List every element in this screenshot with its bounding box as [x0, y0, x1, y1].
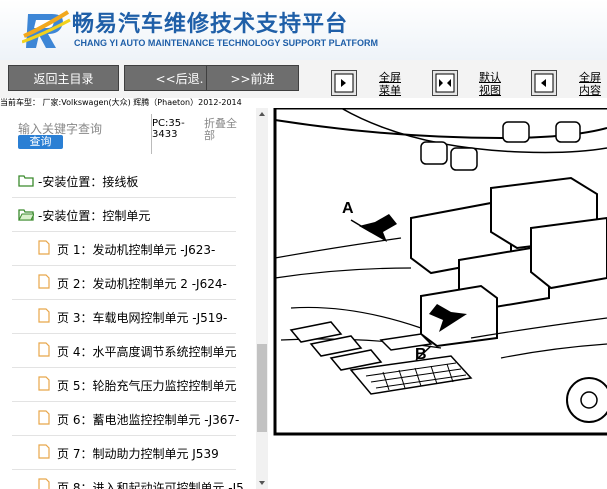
page-icon [38, 308, 50, 323]
tree-page-item[interactable]: 页 6：蓄电池监控控制单元 -J367- [12, 402, 240, 436]
page-icon [38, 274, 50, 289]
callout-b-label: B [415, 346, 427, 363]
fullscreen-content-icon[interactable] [531, 70, 557, 96]
pc-code: PC:35-3433 [152, 118, 185, 140]
scroll-down-icon[interactable] [256, 477, 268, 489]
tree-page-label: 页 7：制动助力控制单元 J539 [57, 447, 219, 461]
sidebar-scrollbar[interactable] [256, 108, 268, 489]
page-icon [38, 240, 50, 255]
tree-folder-label: -安装位置：接线板 [38, 175, 139, 189]
tree-page-label: 页 8：进入和起动许可控制单元 -J5 [57, 481, 244, 489]
fullscreen-content-label[interactable]: 全屏 内容 [572, 71, 607, 97]
tree-folder-item[interactable]: -安装位置：控制单元 [12, 198, 236, 232]
forward-button[interactable]: >>前进 [206, 65, 299, 91]
scroll-thumb[interactable] [257, 344, 267, 432]
tree-folder-item[interactable]: -安装位置：接线板 [12, 164, 236, 198]
fullscreen-menu-label[interactable]: 全屏 菜单 [372, 71, 408, 97]
callout-a-label: A [342, 200, 354, 217]
page-icon [38, 410, 50, 425]
tree-page-item[interactable]: 页 5：轮胎充气压力监控控制单元 [12, 368, 236, 402]
default-view-icon[interactable] [432, 70, 458, 96]
sidebar: 输入关键字查询 查询 PC:35-3433 折叠全部 -安装位置：接线板 -安装… [0, 108, 270, 489]
tree-page-label: 页 5：轮胎充气压力监控控制单元 [57, 379, 237, 393]
tree-page-item[interactable]: 页 1：发动机控制单元 -J623- [12, 232, 236, 266]
tree-page-item[interactable]: 页 3：车载电网控制单元 -J519- [12, 300, 236, 334]
tree-page-item[interactable]: 页 8：进入和起动许可控制单元 -J5 [12, 470, 244, 489]
tree-page-label: 页 1：发动机控制单元 -J623- [57, 243, 216, 257]
tree-page-item[interactable]: 页 2：发动机控制单元 2 -J624- [12, 266, 236, 300]
tree-page-label: 页 6：蓄电池监控控制单元 -J367- [57, 413, 240, 427]
tree-page-item[interactable]: 页 7：制动助力控制单元 J539 [12, 436, 236, 470]
cy-logo-icon [22, 10, 71, 48]
back-home-button[interactable]: 返回主目录 [8, 65, 119, 91]
diagram-viewer: A B [271, 108, 607, 489]
toolbar: 返回主目录 <<后退. >>前进 全屏 菜单 默认 视图 全屏 内容 [0, 60, 607, 98]
page-icon [38, 478, 50, 489]
fullscreen-menu-icon[interactable] [331, 70, 357, 96]
folder-icon [18, 175, 34, 187]
page-icon [38, 342, 50, 357]
brand-title-en: CHANG YI AUTO MAINTENANCE TECHNOLOGY SUP… [74, 38, 379, 48]
component-diagram-image [271, 108, 607, 489]
brand-title-cn: 畅易汽车维修技术支持平台 [72, 12, 349, 37]
tree-page-label: 页 4：水平高度调节系统控制单元 [57, 345, 237, 359]
tree-page-label: 页 2：发动机控制单元 2 -J624- [57, 277, 227, 291]
search-button[interactable]: 查询 [18, 135, 63, 149]
page-icon [38, 376, 50, 391]
default-view-label[interactable]: 默认 视图 [472, 71, 508, 97]
collapse-all-button[interactable]: 折叠全部 [204, 118, 244, 142]
tree-folder-label: -安装位置：控制单元 [38, 209, 151, 223]
folder-open-icon [18, 209, 34, 221]
breadcrumb: 当前车型： 厂家:Volkswagen(大众) 辉腾（Phaeton）2012-… [0, 98, 242, 107]
page-icon [38, 444, 50, 459]
tree-page-item[interactable]: 页 4：水平高度调节系统控制单元 [12, 334, 236, 368]
scroll-up-icon[interactable] [256, 108, 268, 120]
app-header: 畅易汽车维修技术支持平台 CHANG YI AUTO MAINTENANCE T… [0, 0, 607, 60]
tree-page-label: 页 3：车载电网控制单元 -J519- [57, 311, 228, 325]
